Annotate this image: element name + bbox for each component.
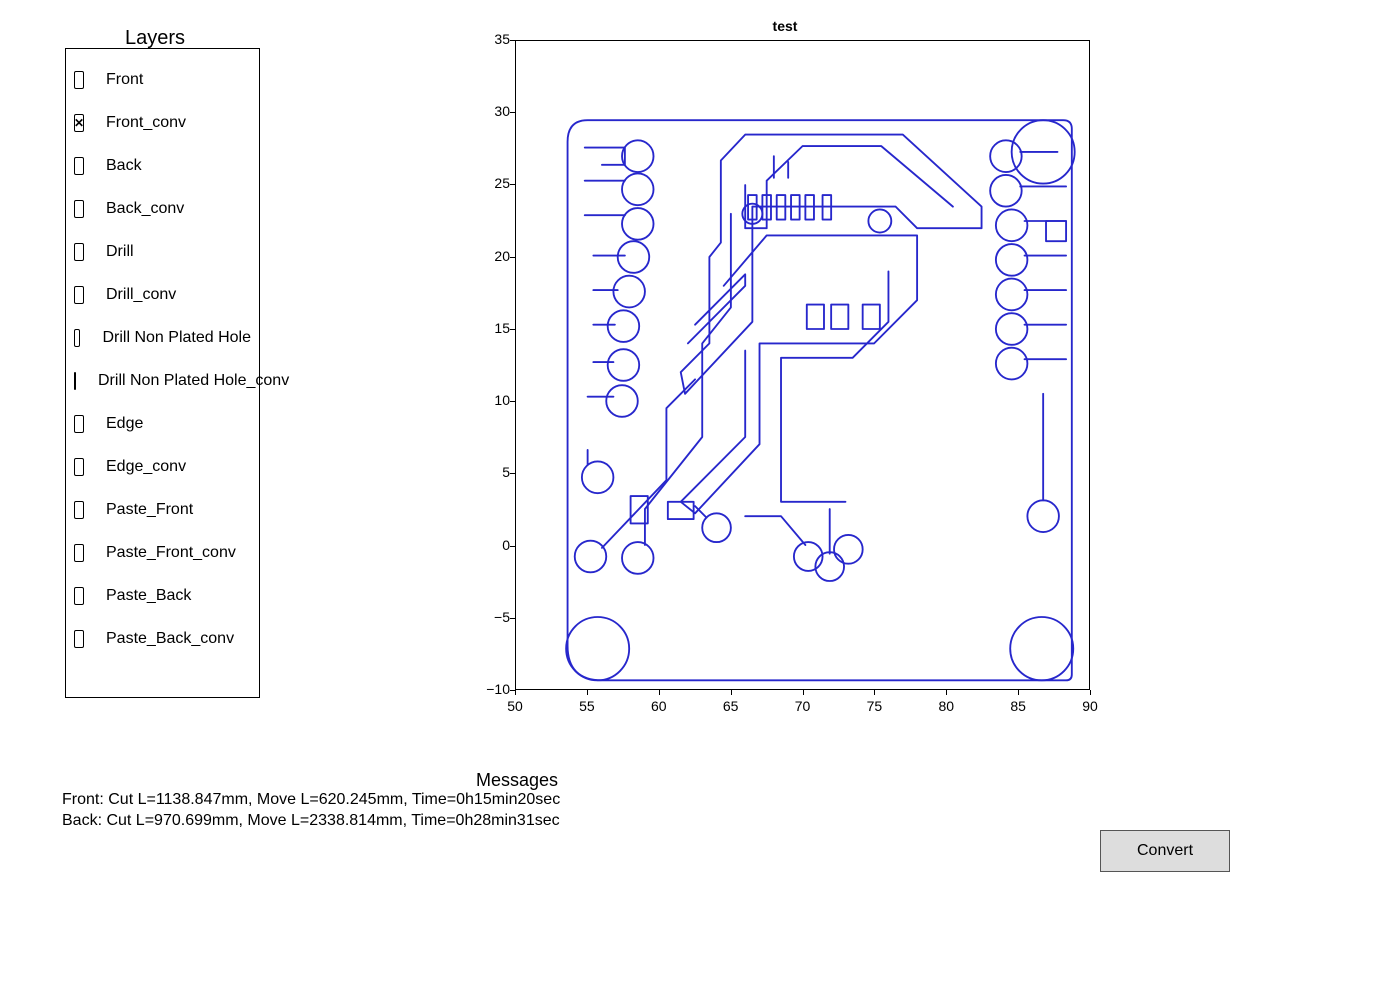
y-tick-label: 10 (480, 392, 510, 408)
layer-checkbox-icon[interactable] (74, 415, 84, 433)
layer-checkbox-icon[interactable] (74, 630, 84, 648)
layer-row-edge-conv[interactable]: Edge_conv (74, 458, 251, 476)
x-tick-label: 50 (500, 698, 530, 714)
layer-row-back-conv[interactable]: Back_conv (74, 200, 251, 218)
y-tick-label: 15 (480, 320, 510, 336)
layer-row-back[interactable]: Back (74, 157, 251, 175)
layer-checkbox-icon[interactable] (74, 71, 84, 89)
layer-label: Drill Non Plated Hole_conv (98, 372, 289, 390)
layer-row-paste-back-conv[interactable]: Paste_Back_conv (74, 630, 251, 648)
x-tick-mark (731, 690, 732, 695)
layer-row-paste-front[interactable]: Paste_Front (74, 501, 251, 519)
layer-row-front[interactable]: Front (74, 71, 251, 89)
layer-label: Paste_Front_conv (106, 544, 236, 562)
messages-title: Messages (476, 770, 558, 791)
y-tick-mark (510, 112, 515, 113)
y-tick-mark (510, 184, 515, 185)
x-tick-label: 55 (572, 698, 602, 714)
layer-checkbox-icon[interactable] (74, 329, 80, 347)
layer-checkbox-icon[interactable] (74, 372, 76, 390)
x-tick-label: 65 (716, 698, 746, 714)
y-tick-label: 30 (480, 103, 510, 119)
layer-label: Back (106, 157, 142, 175)
layer-label: Paste_Back_conv (106, 630, 234, 648)
x-tick-label: 70 (788, 698, 818, 714)
y-tick-label: 5 (480, 464, 510, 480)
plot-title: test (773, 18, 798, 34)
y-tick-label: −5 (480, 609, 510, 625)
y-tick-label: 20 (480, 248, 510, 264)
layer-checkbox-icon[interactable] (74, 243, 84, 261)
y-tick-label: −10 (480, 681, 510, 697)
layer-label: Edge_conv (106, 458, 186, 476)
convert-button-label: Convert (1137, 842, 1193, 860)
layer-row-front-conv[interactable]: ✕ Front_conv (74, 114, 251, 132)
layers-title: Layers (125, 27, 185, 50)
layer-row-drill-non-plated-hole-conv[interactable]: Drill Non Plated Hole_conv (74, 372, 251, 390)
layer-label: Front (106, 71, 143, 89)
plot-svg (516, 41, 1089, 689)
y-tick-label: 0 (480, 537, 510, 553)
x-tick-label: 85 (1003, 698, 1033, 714)
convert-button[interactable]: Convert (1100, 830, 1230, 872)
x-tick-mark (803, 690, 804, 695)
x-tick-label: 90 (1075, 698, 1105, 714)
layer-checkbox-icon[interactable]: ✕ (74, 114, 84, 132)
layer-row-paste-front-conv[interactable]: Paste_Front_conv (74, 544, 251, 562)
y-tick-mark (510, 329, 515, 330)
layer-label: Edge (106, 415, 143, 433)
layer-label: Back_conv (106, 200, 184, 218)
layer-checkbox-icon[interactable] (74, 587, 84, 605)
layer-label: Front_conv (106, 114, 186, 132)
y-tick-label: 25 (480, 175, 510, 191)
layer-row-drill[interactable]: Drill (74, 243, 251, 261)
y-tick-mark (510, 473, 515, 474)
y-tick-mark (510, 40, 515, 41)
layer-label: Drill_conv (106, 286, 176, 304)
y-tick-mark (510, 546, 515, 547)
y-tick-mark (510, 401, 515, 402)
layer-row-edge[interactable]: Edge (74, 415, 251, 433)
x-tick-label: 80 (931, 698, 961, 714)
messages-line: Front: Cut L=1138.847mm, Move L=620.245m… (62, 790, 560, 811)
x-tick-mark (874, 690, 875, 695)
layer-row-paste-back[interactable]: Paste_Back (74, 587, 251, 605)
x-tick-mark (946, 690, 947, 695)
plot-container: test (470, 18, 1100, 708)
messages-line: Back: Cut L=970.699mm, Move L=2338.814mm… (62, 811, 560, 832)
x-tick-mark (1090, 690, 1091, 695)
layer-checkbox-icon[interactable] (74, 286, 84, 304)
layer-label: Paste_Front (106, 501, 193, 519)
layer-row-drill-non-plated-hole[interactable]: Drill Non Plated Hole (74, 329, 251, 347)
x-tick-mark (1018, 690, 1019, 695)
layers-panel: Front ✕ Front_conv Back Back_conv Drill Drill_… (65, 48, 260, 698)
y-tick-mark (510, 618, 515, 619)
layer-label: Drill (106, 243, 134, 261)
layer-label: Paste_Back (106, 587, 191, 605)
layer-checkbox-icon[interactable] (74, 501, 84, 519)
plot-area (515, 40, 1090, 690)
x-tick-mark (587, 690, 588, 695)
x-tick-mark (515, 690, 516, 695)
layer-checkbox-icon[interactable] (74, 157, 84, 175)
x-tick-label: 75 (859, 698, 889, 714)
layer-checkbox-icon[interactable] (74, 200, 84, 218)
y-tick-label: 35 (480, 31, 510, 47)
layer-checkbox-icon[interactable] (74, 458, 84, 476)
x-tick-label: 60 (644, 698, 674, 714)
y-tick-mark (510, 257, 515, 258)
messages-body: Front: Cut L=1138.847mm, Move L=620.245m… (62, 790, 560, 832)
layer-row-drill-conv[interactable]: Drill_conv (74, 286, 251, 304)
layer-checkbox-icon[interactable] (74, 544, 84, 562)
layer-label: Drill Non Plated Hole (102, 329, 251, 347)
x-tick-mark (659, 690, 660, 695)
